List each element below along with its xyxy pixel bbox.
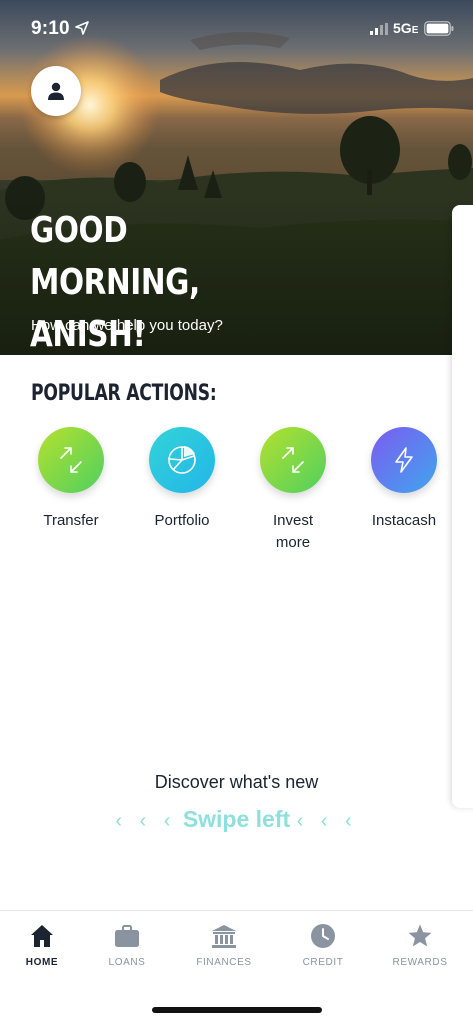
action-portfolio[interactable]: Portfolio — [127, 427, 237, 532]
battery-icon — [424, 21, 454, 36]
greeting-line-1: GOOD MORNING, — [30, 210, 200, 303]
transfer-arrows-icon — [282, 447, 304, 473]
swipe-left-hint[interactable]: ‹ ‹ ‹ Swipe left ‹ ‹ ‹ — [0, 806, 473, 833]
person-icon — [48, 82, 64, 100]
swipe-left-label: Swipe left — [182, 806, 291, 832]
home-icon — [31, 925, 53, 947]
briefcase-icon — [115, 925, 139, 947]
action-label-instacash: Instacash — [371, 512, 437, 529]
transfer-arrows-icon — [60, 447, 82, 473]
tab-finances[interactable]: FINANCES — [177, 923, 271, 968]
action-label-portfolio: Portfolio — [154, 512, 210, 529]
action-invest-more[interactable]: Invest more — [238, 427, 348, 554]
tab-label-credit: CREDIT — [302, 957, 344, 968]
lightning-icon — [395, 447, 413, 473]
action-label-invest-line1: Invest — [272, 512, 314, 529]
tab-label-home: HOME — [25, 957, 59, 968]
pie-chart-icon — [168, 446, 196, 474]
discover-title: Discover what's new — [154, 772, 319, 792]
network-label: 5GE — [393, 20, 419, 36]
instacash-button[interactable] — [371, 427, 437, 493]
tab-label-finances: FINANCES — [196, 957, 252, 968]
profile-avatar-button[interactable] — [31, 66, 81, 116]
star-icon — [408, 924, 432, 947]
action-label-transfer: Transfer — [43, 512, 99, 529]
invest-more-button[interactable] — [260, 427, 326, 493]
chevrons-left-icon: ‹ ‹ ‹ — [115, 810, 177, 832]
tab-credit[interactable]: CREDIT — [276, 923, 370, 968]
action-transfer[interactable]: Transfer — [16, 427, 126, 532]
portfolio-button[interactable] — [149, 427, 215, 493]
tab-label-rewards: REWARDS — [392, 957, 448, 968]
action-label-invest-line2: more — [275, 534, 311, 551]
status-bar: 9:10 5GE — [0, 0, 473, 56]
chevrons-left-icon: ‹ ‹ ‹ — [296, 810, 358, 832]
action-label-invest-more: Invest more — [238, 510, 348, 554]
status-time: 9:10 — [31, 18, 70, 39]
home-indicator[interactable] — [152, 1007, 322, 1013]
transfer-button[interactable] — [38, 427, 104, 493]
popular-actions-title: POPULAR ACTIONS: — [31, 381, 217, 406]
action-instacash[interactable]: Instacash — [349, 427, 459, 532]
location-arrow-icon — [75, 21, 89, 35]
greeting-heading: GOOD MORNING, ANISH! — [30, 205, 292, 361]
bank-icon — [212, 925, 236, 948]
tab-label-loans: LOANS — [108, 957, 146, 968]
cellular-signal-icon — [370, 23, 388, 35]
tab-loans[interactable]: LOANS — [80, 923, 174, 968]
tab-rewards[interactable]: REWARDS — [373, 923, 467, 968]
clock-icon — [311, 924, 335, 948]
greeting-subtitle: How can we help you today? — [31, 317, 223, 334]
tab-home[interactable]: HOME — [0, 923, 89, 968]
